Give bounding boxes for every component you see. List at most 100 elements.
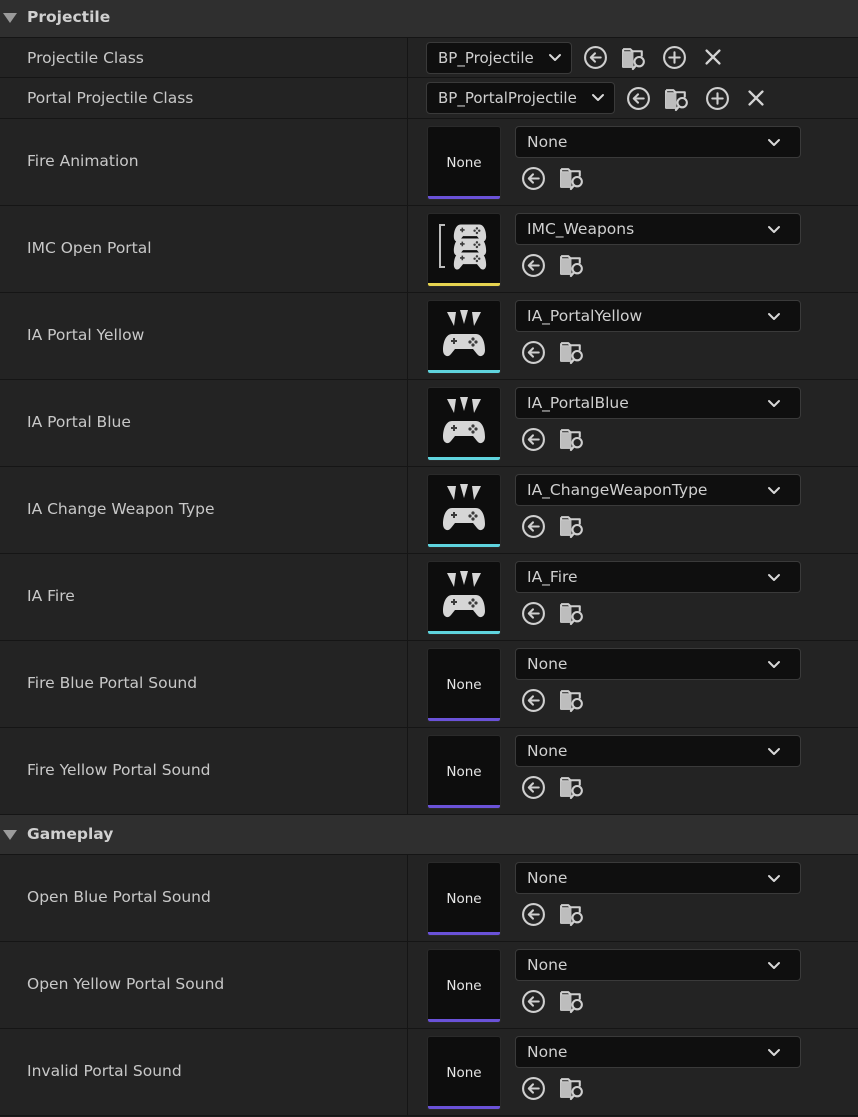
browse-asset-icon[interactable] <box>559 1074 586 1101</box>
asset-picker-combo[interactable]: IA_Fire <box>515 561 801 593</box>
property-label: Fire Yellow Portal Sound <box>27 761 211 779</box>
browse-asset-icon[interactable] <box>559 773 586 800</box>
asset-thumbnail[interactable]: None <box>427 949 501 1023</box>
asset-picker-combo[interactable]: None <box>515 1036 801 1068</box>
property-row-asset: IA Portal Blue IA_PortalBlue <box>0 380 858 467</box>
column-divider[interactable] <box>407 38 408 77</box>
browse-asset-icon[interactable] <box>559 900 586 927</box>
column-divider[interactable] <box>407 119 408 205</box>
use-selected-icon[interactable] <box>521 253 546 278</box>
asset-picker-value: None <box>527 133 568 151</box>
asset-picker-combo[interactable]: IA_PortalYellow <box>515 300 801 332</box>
asset-type-color-bar <box>428 196 500 199</box>
column-divider[interactable] <box>407 728 408 814</box>
column-divider[interactable] <box>407 942 408 1028</box>
asset-thumbnail[interactable]: None <box>427 862 501 936</box>
chevron-down-icon <box>766 958 782 974</box>
property-label: IA Change Weapon Type <box>27 500 215 518</box>
asset-picker-combo[interactable]: IMC_Weapons <box>515 213 801 245</box>
property-row-asset: IA Portal Yellow IA_PortalYellow <box>0 293 858 380</box>
property-row-asset: IA Fire IA_Fire <box>0 554 858 641</box>
column-divider[interactable] <box>407 855 408 941</box>
use-selected-icon[interactable] <box>626 86 651 111</box>
asset-picker-combo[interactable]: None <box>515 862 801 894</box>
column-divider[interactable] <box>407 641 408 727</box>
browse-asset-icon[interactable] <box>559 987 586 1014</box>
add-icon[interactable] <box>705 86 730 111</box>
property-label: Fire Animation <box>27 152 139 170</box>
asset-picker-combo[interactable]: None <box>515 648 801 680</box>
asset-picker-combo[interactable]: None <box>515 949 801 981</box>
property-row-asset: Fire Yellow Portal Sound None None <box>0 728 858 815</box>
property-row-asset: Open Yellow Portal Sound None None <box>0 942 858 1029</box>
chevron-down-icon <box>766 483 782 499</box>
asset-picker-combo[interactable]: None <box>515 735 801 767</box>
asset-picker-value: IMC_Weapons <box>527 220 635 238</box>
property-label: Open Blue Portal Sound <box>27 888 211 906</box>
chevron-down-icon <box>590 90 606 106</box>
asset-picker-combo[interactable]: None <box>515 126 801 158</box>
asset-thumbnail[interactable] <box>427 474 501 548</box>
use-selected-icon[interactable] <box>521 1076 546 1101</box>
chevron-down-icon <box>766 570 782 586</box>
browse-asset-icon[interactable] <box>664 85 691 112</box>
browse-asset-icon[interactable] <box>559 251 586 278</box>
use-selected-icon[interactable] <box>521 166 546 191</box>
add-icon[interactable] <box>662 45 687 70</box>
column-divider[interactable] <box>407 206 408 292</box>
browse-asset-icon[interactable] <box>559 425 586 452</box>
asset-thumbnail[interactable] <box>427 387 501 461</box>
browse-asset-icon[interactable] <box>559 512 586 539</box>
clear-icon[interactable] <box>745 87 767 109</box>
asset-thumbnail[interactable]: None <box>427 126 501 200</box>
thumbnail-none-text: None <box>446 155 482 171</box>
use-selected-icon[interactable] <box>521 775 546 800</box>
class-picker-combo[interactable]: BP_Projectile <box>426 42 572 74</box>
asset-thumbnail[interactable]: None <box>427 1036 501 1110</box>
browse-asset-icon[interactable] <box>559 338 586 365</box>
asset-thumbnail[interactable] <box>427 561 501 635</box>
section-header-gameplay[interactable]: Gameplay <box>0 815 858 855</box>
use-selected-icon[interactable] <box>521 902 546 927</box>
section-header-projectile[interactable]: Projectile <box>0 0 858 38</box>
use-selected-icon[interactable] <box>521 601 546 626</box>
asset-picker-combo[interactable]: IA_PortalBlue <box>515 387 801 419</box>
asset-type-color-bar <box>428 370 500 373</box>
use-selected-icon[interactable] <box>583 45 608 70</box>
property-label: Invalid Portal Sound <box>27 1062 182 1080</box>
column-divider[interactable] <box>407 380 408 466</box>
use-selected-icon[interactable] <box>521 427 546 452</box>
browse-asset-icon[interactable] <box>559 164 586 191</box>
chevron-down-icon <box>766 222 782 238</box>
class-picker-combo[interactable]: BP_PortalProjectile <box>426 82 615 114</box>
asset-thumbnail[interactable]: None <box>427 735 501 809</box>
asset-thumbnail[interactable]: None <box>427 648 501 722</box>
use-selected-icon[interactable] <box>521 340 546 365</box>
property-row-asset: Fire Animation None None <box>0 119 858 206</box>
input-action-icon <box>434 567 494 627</box>
use-selected-icon[interactable] <box>521 514 546 539</box>
browse-asset-icon[interactable] <box>559 599 586 626</box>
column-divider[interactable] <box>407 467 408 553</box>
collapse-triangle-icon[interactable] <box>3 830 17 840</box>
thumbnail-none-text: None <box>446 1065 482 1081</box>
column-divider[interactable] <box>407 554 408 640</box>
asset-picker-combo[interactable]: IA_ChangeWeaponType <box>515 474 801 506</box>
clear-icon[interactable] <box>702 46 724 68</box>
collapse-triangle-icon[interactable] <box>3 13 17 23</box>
asset-picker-value: IA_Fire <box>527 568 578 586</box>
browse-asset-icon[interactable] <box>559 686 586 713</box>
column-divider[interactable] <box>407 1029 408 1115</box>
use-selected-icon[interactable] <box>521 989 546 1014</box>
asset-type-color-bar <box>428 718 500 721</box>
browse-asset-icon[interactable] <box>621 44 648 71</box>
column-divider[interactable] <box>407 78 408 118</box>
chevron-down-icon <box>766 309 782 325</box>
asset-picker-value: None <box>527 1043 568 1061</box>
asset-thumbnail[interactable] <box>427 300 501 374</box>
column-divider[interactable] <box>407 293 408 379</box>
property-label: IA Portal Yellow <box>27 326 145 344</box>
asset-picker-value: None <box>527 869 568 887</box>
use-selected-icon[interactable] <box>521 688 546 713</box>
asset-thumbnail[interactable] <box>427 213 501 287</box>
